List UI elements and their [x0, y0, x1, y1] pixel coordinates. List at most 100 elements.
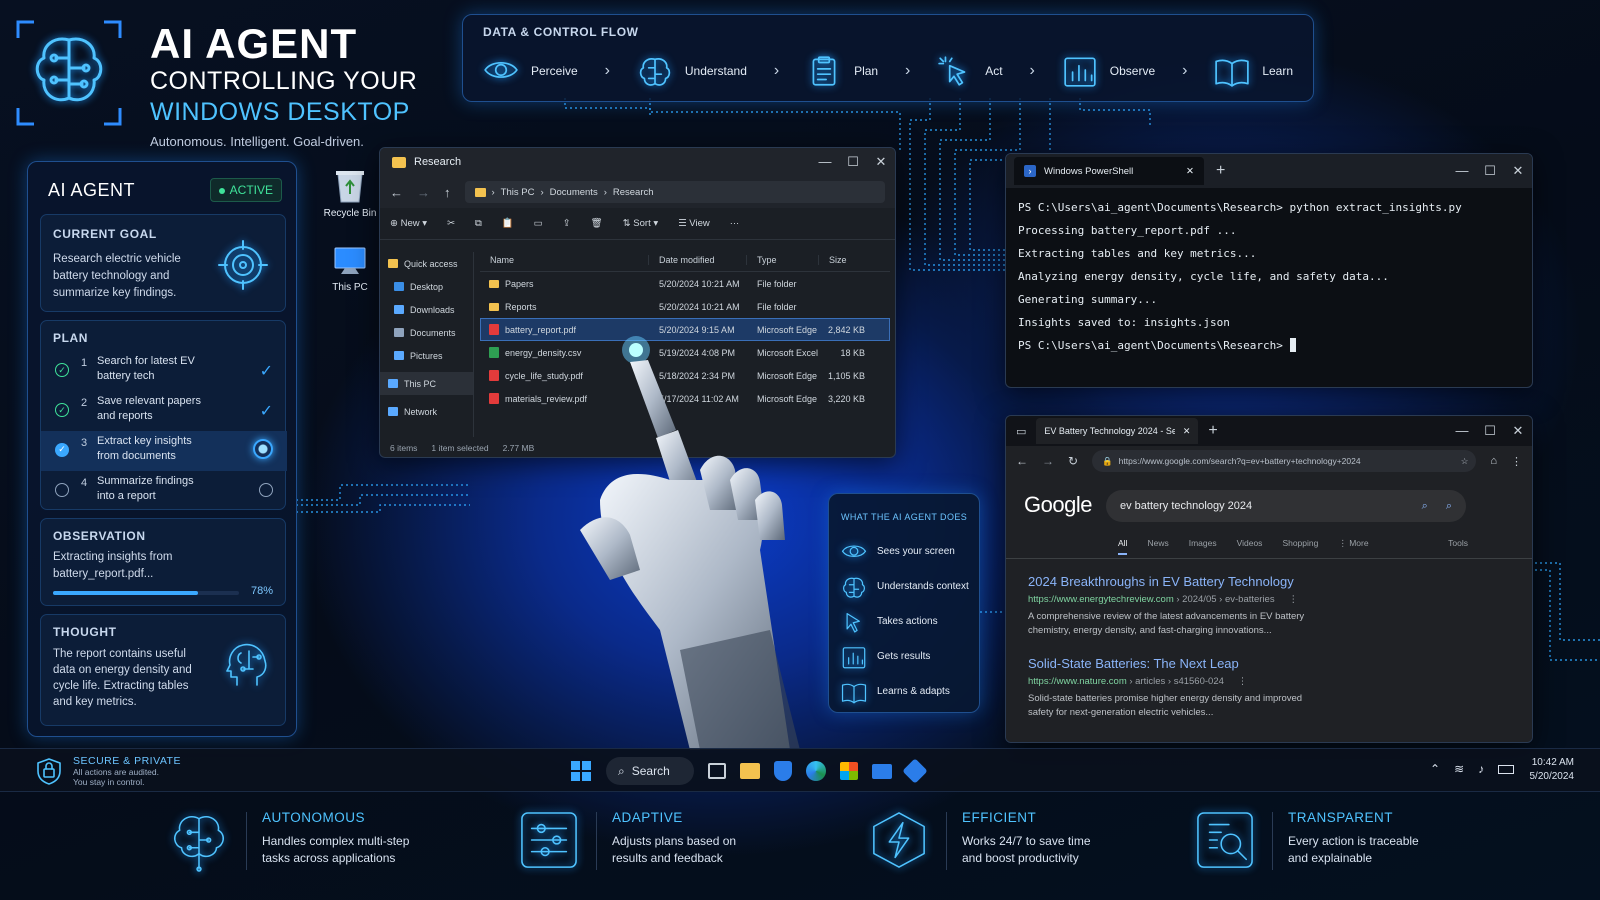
- tools-tab[interactable]: Tools: [1448, 538, 1468, 548]
- more-options-icon[interactable]: ···: [730, 218, 740, 229]
- taskbar-search[interactable]: ⌕ Search: [606, 757, 694, 785]
- clock[interactable]: 10:42 AM 5/20/2024: [1530, 757, 1575, 782]
- maximize-button[interactable]: ☐: [1476, 163, 1504, 179]
- sidebar-item-icon: [394, 351, 404, 360]
- copilot-icon[interactable]: [902, 758, 928, 784]
- powershell-tab[interactable]: › Windows PowerShell ✕: [1014, 157, 1204, 185]
- sort-button[interactable]: ⇅ Sort ▾: [623, 218, 658, 229]
- sidebar-item-pictures[interactable]: Pictures: [380, 344, 473, 367]
- recycle-bin-label: Recycle Bin: [323, 208, 377, 219]
- result-url[interactable]: https://www.nature.com › articles › s415…: [1028, 676, 1478, 687]
- result-title-link[interactable]: Solid-State Batteries: The Next Leap: [1028, 656, 1478, 671]
- sliders-icon: [520, 810, 578, 872]
- search-tab-5[interactable]: ⋮ More: [1338, 538, 1368, 555]
- result-title-link[interactable]: 2024 Breakthroughs in EV Battery Technol…: [1028, 574, 1478, 589]
- cursor-click-icon: [937, 55, 973, 87]
- up-arrow-icon[interactable]: ↑: [444, 185, 451, 200]
- edge-browser-icon[interactable]: [806, 761, 826, 781]
- copy-icon[interactable]: ⧉: [475, 218, 482, 229]
- sidebar-item-documents[interactable]: Documents: [380, 321, 473, 344]
- column-header-date-modified[interactable]: Date modified: [648, 254, 746, 265]
- share-icon[interactable]: ⇪: [563, 218, 571, 229]
- bookmark-star-icon[interactable]: ☆: [1461, 456, 1469, 467]
- search-tab-0[interactable]: All: [1118, 538, 1128, 555]
- result-menu-icon[interactable]: ⋮: [1238, 676, 1248, 687]
- column-header-name[interactable]: Name: [480, 255, 648, 265]
- breadcrumb-this-pc[interactable]: This PC: [501, 187, 535, 198]
- back-arrow-icon[interactable]: ←: [1016, 454, 1028, 468]
- check-circle-icon: ✓: [55, 363, 69, 377]
- column-header-size[interactable]: Size: [818, 254, 870, 265]
- tab-close-icon[interactable]: ✕: [1183, 426, 1191, 437]
- file-explorer-icon[interactable]: [740, 763, 760, 779]
- back-arrow-icon[interactable]: ←: [390, 185, 403, 200]
- url-bar[interactable]: 🔒 https://www.google.com/search?q=ev+batt…: [1092, 450, 1477, 472]
- minimize-button[interactable]: —: [811, 154, 839, 169]
- sidebar-item-downloads[interactable]: Downloads: [380, 298, 473, 321]
- menu-icon[interactable]: ⋮: [1511, 455, 1522, 468]
- close-button[interactable]: ✕: [1504, 163, 1532, 179]
- file-row[interactable]: Reports 5/20/2024 10:21 AM File folder: [480, 295, 890, 318]
- extensions-icon[interactable]: ⌂: [1490, 455, 1497, 467]
- address-bar[interactable]: › This PC › Documents › Research: [464, 181, 885, 203]
- sidebar-item-network[interactable]: Network: [380, 400, 473, 423]
- sidebar-item-quick-access[interactable]: Quick access: [380, 252, 473, 275]
- powershell-console[interactable]: PS C:\Users\ai_agent\Documents\Research>…: [1006, 188, 1532, 365]
- chevron-up-icon[interactable]: ⌃: [1430, 762, 1440, 776]
- this-pc[interactable]: This PC: [314, 246, 386, 293]
- forward-arrow-icon[interactable]: →: [417, 185, 430, 200]
- minimize-button[interactable]: —: [1448, 163, 1476, 178]
- tab-close-icon[interactable]: ✕: [1186, 166, 1194, 177]
- result-menu-icon[interactable]: ⋮: [1289, 594, 1299, 605]
- volume-icon[interactable]: ♪: [1478, 762, 1484, 776]
- cut-icon[interactable]: ✂: [447, 218, 455, 229]
- search-icon[interactable]: ⌕: [1422, 500, 1428, 513]
- file-row[interactable]: Papers 5/20/2024 10:21 AM File folder: [480, 272, 890, 295]
- defender-shield-icon[interactable]: [774, 761, 792, 781]
- thought-card: THOUGHT The report contains useful data …: [40, 614, 286, 726]
- store-icon[interactable]: [840, 762, 858, 780]
- plan-step-line-1: Summarize findings: [97, 475, 194, 487]
- result-url[interactable]: https://www.energytechreview.com › 2024/…: [1028, 594, 1478, 605]
- search-box[interactable]: ev battery technology 2024 ⌕ ⌕: [1106, 490, 1466, 522]
- search-tab-2[interactable]: Images: [1189, 538, 1217, 555]
- close-button[interactable]: ✕: [867, 154, 895, 170]
- rename-icon[interactable]: ▭: [534, 218, 543, 229]
- windows-start-icon[interactable]: [570, 760, 592, 782]
- paste-icon[interactable]: 📋: [502, 218, 514, 229]
- column-header-type[interactable]: Type: [746, 254, 818, 265]
- view-button[interactable]: ☰ View: [678, 218, 710, 229]
- forward-arrow-icon[interactable]: →: [1042, 454, 1054, 468]
- search-tab-3[interactable]: Videos: [1237, 538, 1263, 555]
- sidebar-item-this-pc[interactable]: This PC: [380, 372, 473, 395]
- reload-icon[interactable]: ↻: [1068, 454, 1078, 468]
- tab-actions-icon[interactable]: ▭: [1016, 425, 1026, 438]
- search-tab-4[interactable]: Shopping: [1282, 538, 1318, 555]
- maximize-button[interactable]: ☐: [1476, 423, 1504, 439]
- task-view-icon[interactable]: [708, 763, 726, 779]
- mail-icon[interactable]: [872, 763, 892, 779]
- battery-icon[interactable]: [1498, 765, 1515, 774]
- sidebar-item-desktop[interactable]: Desktop: [380, 275, 473, 298]
- feature-divider: [596, 812, 597, 870]
- recycle-bin[interactable]: Recycle Bin: [314, 168, 386, 219]
- system-tray: ⌃ ≋ ♪: [1430, 762, 1515, 776]
- explorer-addressbar: ← → ↑ › This PC › Documents › Research: [380, 176, 895, 208]
- powershell-tab-label: Windows PowerShell: [1044, 165, 1134, 177]
- wifi-icon[interactable]: ≋: [1454, 762, 1464, 776]
- flow-step-act: Act: [937, 55, 1003, 87]
- search-icon[interactable]: ⌕: [1446, 500, 1452, 513]
- browser-tab[interactable]: EV Battery Technology 2024 - Sea ✕: [1036, 418, 1199, 444]
- pdf-file-icon: [489, 370, 499, 381]
- close-button[interactable]: ✕: [1504, 423, 1532, 439]
- minimize-button[interactable]: —: [1448, 423, 1476, 438]
- new-tab-icon[interactable]: +: [1208, 422, 1217, 440]
- flow-step-label: Observe: [1109, 64, 1156, 78]
- delete-icon[interactable]: 🗑: [591, 218, 603, 229]
- new-button[interactable]: ⊕ New ▾: [390, 218, 427, 229]
- new-tab-icon[interactable]: +: [1216, 162, 1225, 180]
- breadcrumb-documents[interactable]: Documents: [550, 187, 598, 198]
- search-tab-1[interactable]: News: [1147, 538, 1168, 555]
- breadcrumb-research[interactable]: Research: [613, 187, 654, 198]
- maximize-button[interactable]: ☐: [839, 154, 867, 170]
